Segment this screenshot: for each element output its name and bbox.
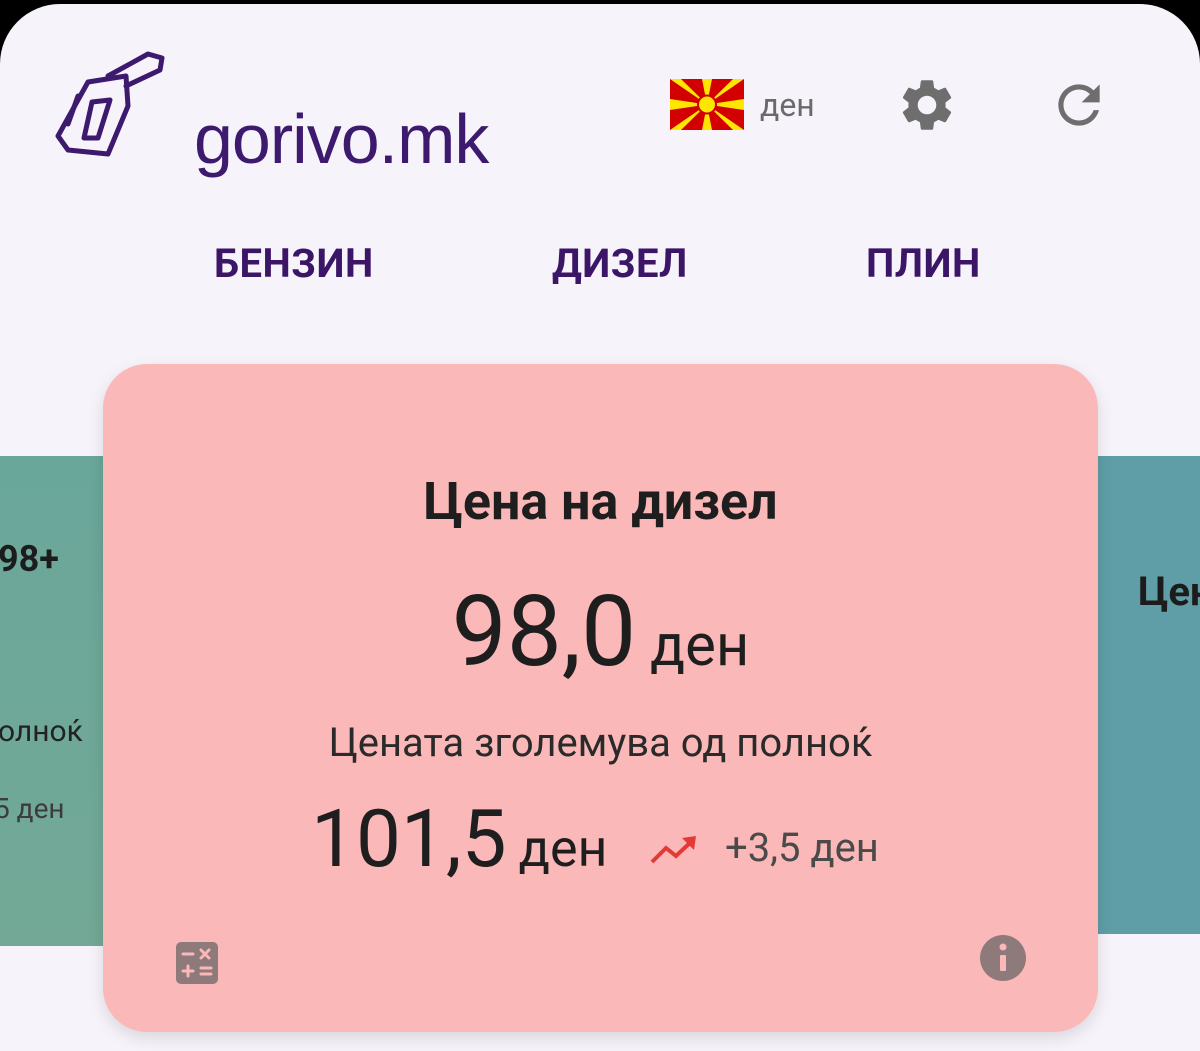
tab-plin[interactable]: ПЛИН (866, 240, 981, 287)
refresh-icon[interactable] (1048, 74, 1110, 136)
price-delta: +3,5 ден (725, 824, 879, 871)
currency-label[interactable]: ден (760, 86, 815, 124)
current-price: 98,0 ден (103, 574, 1098, 689)
trending-up-icon (650, 836, 696, 864)
previous-fuel-card[interactable]: 98+ олноќ 5 ден (0, 456, 103, 946)
tab-benzin[interactable]: БЕНЗИН (214, 240, 374, 287)
current-price-unit: ден (650, 612, 750, 680)
diesel-price-card[interactable]: Цена на дизел 98,0 ден Цената зголемува о… (103, 364, 1098, 1032)
card-title: Цена на дизел (423, 471, 778, 532)
tab-dizel[interactable]: ДИЗЕЛ (552, 240, 688, 287)
current-price-value: 98,0 (451, 574, 637, 689)
previous-card-label: олноќ (0, 714, 83, 749)
previous-card-price: 5 ден (0, 792, 65, 825)
fuel-nozzle-icon (55, 51, 165, 157)
info-icon[interactable] (979, 934, 1027, 982)
app-screen: gorivo.mk ден БЕНЗИН ДИЗЕЛ ПЛИН 98+ олно… (0, 4, 1200, 1051)
app-logo: gorivo.mk (48, 46, 489, 174)
north-macedonia-flag-icon[interactable] (670, 79, 744, 130)
calculator-icon[interactable] (176, 942, 218, 984)
previous-card-title: 98+ (0, 538, 59, 580)
price-change-label: Цената зголемува од полноќ (328, 719, 873, 766)
next-card-title: Цен (1138, 568, 1200, 615)
logo-text: gorivo.mk (194, 100, 489, 178)
gear-icon[interactable] (896, 74, 958, 136)
new-price-value: 101,5 (311, 792, 507, 886)
new-price-unit: ден (518, 818, 608, 879)
new-price: 101,5 ден (311, 792, 608, 886)
next-fuel-card[interactable]: Цен (1098, 456, 1200, 934)
